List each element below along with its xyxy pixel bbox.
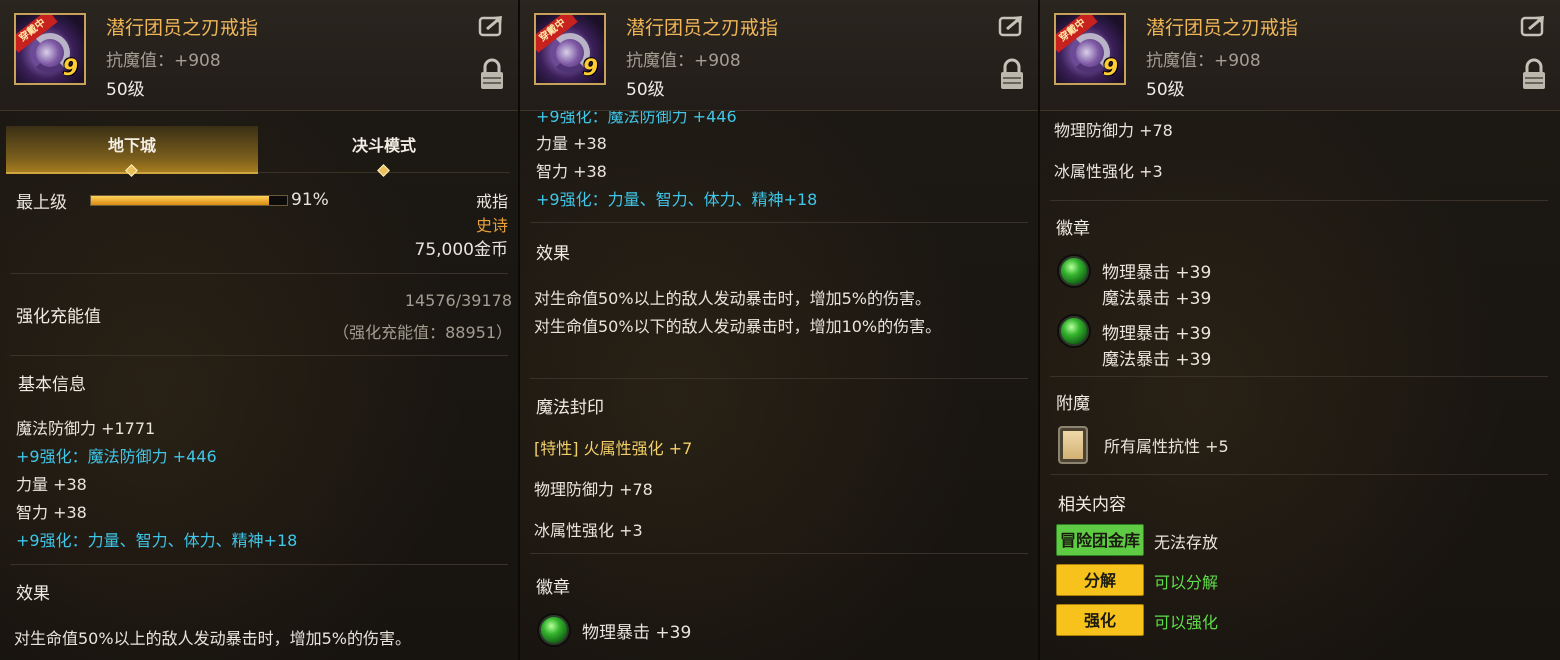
effect-title: 效果 [16,584,50,604]
divider [1050,474,1548,475]
stat-line: 力量 +38 [16,475,87,494]
grade-percent: 91% [291,190,329,210]
item-stat: 抗魔值：+908 [106,51,221,71]
stat-line: 智力 +38 [536,162,607,181]
item-price: 75,000金币 [414,240,508,260]
item-stat: 抗魔值：+908 [626,51,741,71]
enhance-line: +9强化：力量、智力、体力、精神+18 [536,190,818,209]
lock-icon[interactable] [1000,58,1024,90]
divider [530,378,1028,379]
tooltip-content: 物理防御力 +78 冰属性强化 +3 徽章 物理暴击 +39 魔法暴击 +39 … [1040,110,1560,660]
green-gem-icon [539,615,569,645]
mode-tabs: 地下城 决斗模式 [6,126,512,182]
charge-detail: （强化充能值：88951） [333,323,512,342]
tooltip-header: 穿戴中 9 潜行团员之刃戒指 抗魔值：+908 50级 [1040,0,1560,111]
divider [10,273,508,274]
enhance-line: +9强化：魔法防御力 +446 [16,447,217,466]
tab-diamond-icon [377,164,390,177]
reinforce-tag[interactable]: 强化 [1056,604,1144,636]
emblem-line: 物理暴击 +39 [582,623,692,643]
seal-trait-line: [特性] 火属性强化 +7 [534,439,693,458]
effect-line: 对生命值50%以下的敌人发动暴击时，增加10%的伤害。 [534,317,942,336]
item-tooltip-panel: 穿戴中 9 潜行团员之刃戒指 抗魔值：+908 50级 地下城 决斗模式 最上级… [0,0,520,660]
reinforce-status: 可以强化 [1154,613,1219,632]
effect-line: 对生命值50%以上的敌人发动暴击时，增加5%的伤害。 [534,289,931,308]
lock-icon[interactable] [1522,58,1546,90]
enhance-line: +9强化：力量、智力、体力、精神+18 [16,531,298,550]
seal-line: 物理防御力 +78 [534,480,653,499]
item-type: 戒指 [475,192,508,211]
item-name: 潜行团员之刃戒指 [1146,17,1299,39]
stat-line: 力量 +38 [536,134,607,153]
share-icon[interactable] [1520,14,1548,38]
item-name: 潜行团员之刃戒指 [106,17,259,39]
tab-duel[interactable]: 决斗模式 [258,126,510,177]
emblem-title: 徽章 [1056,219,1090,239]
ring-icon: 穿戴中 9 [1054,13,1126,85]
tooltip-content: 地下城 决斗模式 最上级 91% 戒指 史诗 75,000金币 强化充能值 14… [0,110,518,660]
divider [530,222,1028,223]
tab-label: 决斗模式 [351,136,416,155]
divider [10,355,508,356]
stat-line: 智力 +38 [16,503,87,522]
item-tooltip-panel: 穿戴中 9 潜行团员之刃戒指 抗魔值：+908 50级 +9强化：魔法防御力 +… [520,0,1040,660]
guild-bank-status: 无法存放 [1154,533,1219,552]
stat-line: 魔法防御力 +1771 [16,419,156,438]
item-level: 50级 [106,80,145,100]
effect-title: 效果 [536,244,570,264]
tooltip-header: 穿戴中 9 潜行团员之刃戒指 抗魔值：+908 50级 [520,0,1038,111]
disassemble-tag[interactable]: 分解 [1056,564,1144,596]
emblem-line: 魔法暴击 +39 [1102,289,1212,309]
enchant-title: 附魔 [1056,394,1090,414]
enhance-level: 9 [582,56,598,81]
grade-label: 最上级 [16,193,67,213]
emblem-line: 物理暴击 +39 [1102,324,1212,344]
enhance-line: +9强化：魔法防御力 +446 [536,110,737,126]
seal-line: 冰属性强化 +3 [1054,162,1163,181]
guild-bank-tag[interactable]: 冒险团金库 [1056,524,1144,556]
divider [1050,200,1548,201]
emblem-line: 物理暴击 +39 [1102,263,1212,283]
item-level: 50级 [1146,80,1185,100]
charge-value: 14576/39178 [404,291,512,310]
seal-line: 物理防御力 +78 [1054,121,1173,140]
grade-bar-fill [91,196,270,205]
share-icon[interactable] [998,14,1026,38]
item-name: 潜行团员之刃戒指 [626,17,779,39]
enhance-level: 9 [62,56,78,81]
emblem-title: 徽章 [536,578,570,598]
tooltip-header: 穿戴中 9 潜行团员之刃戒指 抗魔值：+908 50级 [0,0,518,111]
enhance-level: 9 [1102,56,1118,81]
divider [1050,376,1548,377]
item-level: 50级 [626,80,665,100]
tab-dungeon[interactable]: 地下城 [6,126,258,177]
divider [530,553,1028,554]
charge-label: 强化充能值 [16,307,101,327]
enchant-card-icon [1058,426,1088,464]
enchant-line: 所有属性抗性 +5 [1104,437,1229,456]
effect-line: 对生命值50%以上的敌人发动暴击时，增加5%的伤害。 [14,629,411,648]
seal-title: 魔法封印 [536,398,604,418]
green-gem-icon [1059,316,1089,346]
disassemble-status: 可以分解 [1154,573,1219,592]
item-tooltip-panel: 穿戴中 9 潜行团员之刃戒指 抗魔值：+908 50级 物理防御力 +78 冰属… [1040,0,1560,660]
item-rarity: 史诗 [475,216,508,235]
lock-icon[interactable] [480,58,504,90]
basic-info-title: 基本信息 [18,375,86,395]
divider [10,564,508,565]
ring-icon: 穿戴中 9 [534,13,606,85]
ring-icon: 穿戴中 9 [14,13,86,85]
green-gem-icon [1059,256,1089,286]
share-icon[interactable] [478,14,506,38]
grade-bar [90,195,288,206]
related-title: 相关内容 [1058,495,1126,515]
tab-label: 地下城 [107,136,156,155]
emblem-line: 魔法暴击 +39 [1102,350,1212,370]
seal-line: 冰属性强化 +3 [534,521,643,540]
tooltip-content: +9强化：魔法防御力 +446 力量 +38 智力 +38 +9强化：力量、智力… [520,110,1038,660]
tab-diamond-icon [125,164,138,177]
item-stat: 抗魔值：+908 [1146,51,1261,71]
